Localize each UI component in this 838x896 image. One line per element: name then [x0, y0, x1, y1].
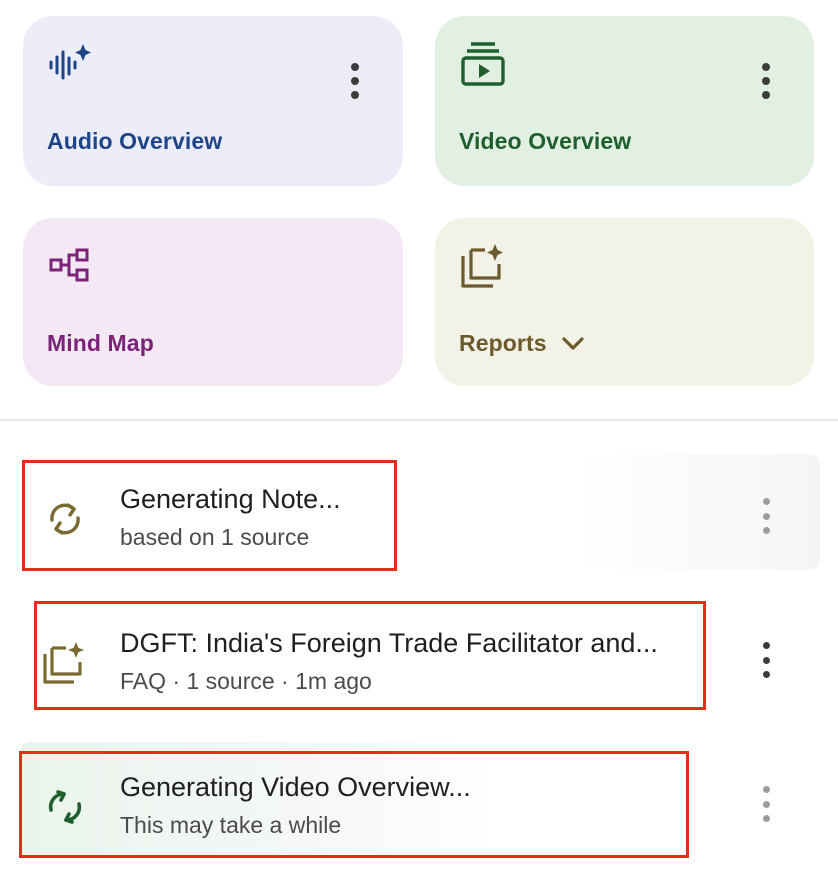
report-sparkle-icon: [43, 642, 84, 684]
mind-map-label: Mind Map: [47, 330, 154, 357]
sync-icon: [48, 790, 82, 824]
video-play-stack-icon: [461, 42, 505, 86]
audio-overview-more-icon[interactable]: [343, 61, 367, 101]
mind-map-tile[interactable]: Mind Map: [23, 218, 403, 386]
sync-icon: [50, 503, 80, 535]
chevron-down-icon[interactable]: [561, 336, 585, 352]
item-title: DGFT: India's Foreign Trade Facilitator …: [120, 628, 658, 658]
video-overview-text: Video Overview: [459, 128, 632, 154]
reports-text: Reports: [459, 330, 547, 356]
studio-panel: Audio Overview Video Overview Mind Map R…: [0, 0, 838, 896]
audio-overview-text: Audio Overview: [47, 128, 223, 154]
item-title: Generating Note...: [120, 484, 341, 514]
reports-sparkle-icon: [461, 244, 503, 288]
list-item-generating-video[interactable]: Generating Video Overview... This may ta…: [20, 742, 820, 858]
mind-map-text: Mind Map: [47, 330, 154, 356]
list-item-generating-note[interactable]: Generating Note... based on 1 source: [20, 454, 820, 570]
audio-overview-tile[interactable]: Audio Overview: [23, 16, 403, 186]
audio-waveform-sparkle-icon: [49, 44, 91, 80]
list-item-dgft-faq[interactable]: DGFT: India's Foreign Trade Facilitator …: [20, 598, 820, 714]
mind-map-nodes-icon: [49, 248, 89, 282]
item-subtitle: FAQ · 1 source · 1m ago: [120, 668, 372, 694]
item-title: Generating Video Overview...: [120, 772, 471, 802]
item-subtitle: based on 1 source: [120, 524, 310, 550]
more-options-icon[interactable]: [758, 786, 774, 822]
video-overview-label: Video Overview: [459, 128, 631, 155]
video-overview-more-icon[interactable]: [754, 61, 778, 101]
more-options-icon[interactable]: [758, 642, 774, 678]
reports-label: Reports: [459, 330, 585, 357]
section-divider: [0, 419, 838, 421]
reports-tile[interactable]: Reports: [435, 218, 814, 386]
audio-overview-label: Audio Overview: [47, 128, 222, 155]
more-options-icon[interactable]: [758, 498, 774, 534]
item-subtitle: This may take a while: [120, 812, 342, 838]
video-overview-tile[interactable]: Video Overview: [435, 16, 814, 186]
